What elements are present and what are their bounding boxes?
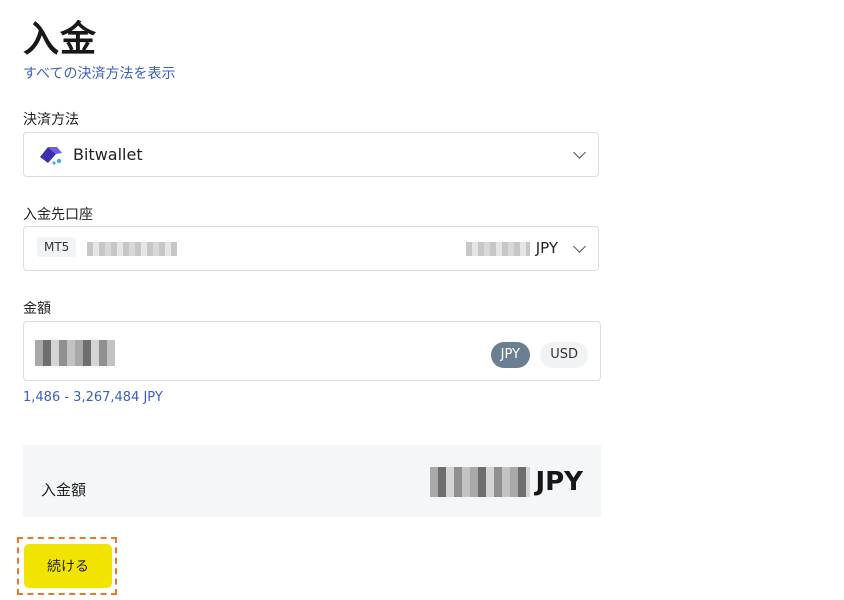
amount-label: 金額 <box>23 301 51 317</box>
chevron-down-icon <box>573 239 586 253</box>
amount-range-hint: 1,486 - 3,267,484 JPY <box>23 390 163 405</box>
summary-label: 入金額 <box>41 481 87 499</box>
currency-toggle-jpy[interactable]: JPY <box>490 342 530 368</box>
page-title: 入金 <box>23 19 98 60</box>
show-all-methods-link[interactable]: すべての決済方法を表示 <box>23 63 175 83</box>
deposit-account-label: 入金先口座 <box>23 207 93 223</box>
bitwallet-logo-icon <box>40 147 62 165</box>
chevron-down-icon <box>573 145 586 159</box>
summary-currency: JPY <box>535 467 583 497</box>
masked-account-number <box>87 242 177 256</box>
payment-method-label: 決済方法 <box>23 112 79 128</box>
deposit-account-select[interactable]: MT5 JPY <box>23 226 599 271</box>
continue-button[interactable]: 続ける <box>24 544 112 588</box>
currency-toggle-usd[interactable]: USD <box>540 342 588 368</box>
platform-tag: MT5 <box>37 237 77 257</box>
payment-method-select[interactable]: Bitwallet <box>23 132 599 177</box>
masked-summary-amount <box>430 467 530 497</box>
amount-field[interactable]: JPY USD <box>23 321 601 381</box>
payment-method-value: Bitwallet <box>73 145 143 164</box>
deposit-summary: 入金額 JPY <box>23 445 601 517</box>
account-currency: JPY <box>535 239 558 257</box>
masked-account-balance <box>466 242 530 256</box>
masked-amount-value <box>35 340 115 366</box>
